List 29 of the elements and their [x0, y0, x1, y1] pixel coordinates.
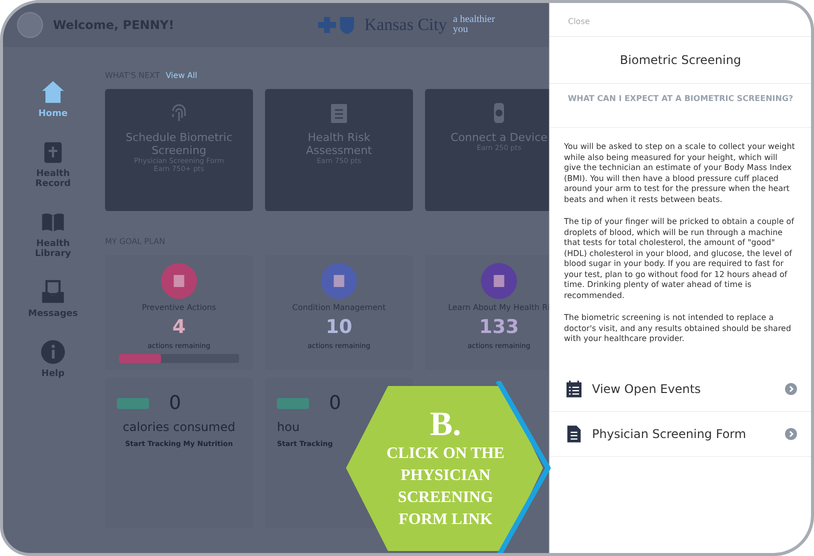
close-button[interactable]: Close [550, 3, 811, 37]
badge [277, 398, 309, 408]
chevron-icon [785, 428, 797, 440]
avatar [17, 12, 43, 38]
panel-heading: WHAT CAN I EXPECT AT A BIOMETRIC SCREENING? [550, 84, 811, 128]
callout-letter: B. [430, 407, 462, 443]
view-all-link[interactable]: View All [166, 71, 198, 80]
inbox-icon [40, 279, 66, 305]
tracker-value: 0 [329, 392, 342, 414]
goal-count: 133 [479, 316, 519, 338]
paragraph: You will be asked to step on a scale to collect your weight while also being measured for your height, which will give the technician an estimate of your Body Mass Index (BMI). You will then have a blood pressure cuff placed around your arm to test for the pressure when the heart beats and when it rests between beats. [564, 142, 795, 205]
tagline: a healthier you [453, 15, 496, 35]
callout-text: CLICK ON THE PHYSICIAN SCREENING FORM LINK [386, 444, 506, 530]
panel-link[interactable]: View Open Events [550, 366, 811, 412]
house-icon [40, 79, 66, 105]
tracker-unit: hou [277, 420, 300, 434]
goal-count: 4 [172, 316, 186, 338]
panel-title: Biometric Screening [550, 37, 811, 84]
tracker-unit: calories consumed [122, 420, 236, 434]
calendar-icon [564, 378, 584, 398]
paragraph: The biometric screening is not intended to replace a doctor's visit, and any results obtained should be shared with your healthcare provider. [564, 313, 792, 344]
goal-count: 10 [326, 316, 352, 338]
chevron-icon [785, 382, 797, 394]
panel-link[interactable]: Physician Screening Form [550, 412, 811, 456]
sidebar-item[interactable]: Home [23, 79, 83, 119]
paragraph: The tip of your finger will be pricked to obtain a couple of droplets of blood, which will be run through a machine that tests for total cholesterol, the amount of "good" (HDL) cholesterol in your blood, and glucose, the level of blood sugar in your body. If you are required to fast for your test, plan to go without food for 12 hours ahead of time. Drinking plenty of water ahead of time is recommended. [564, 217, 795, 301]
tracker-value: 0 [169, 392, 182, 414]
info-icon [40, 339, 66, 365]
badge [117, 398, 149, 408]
